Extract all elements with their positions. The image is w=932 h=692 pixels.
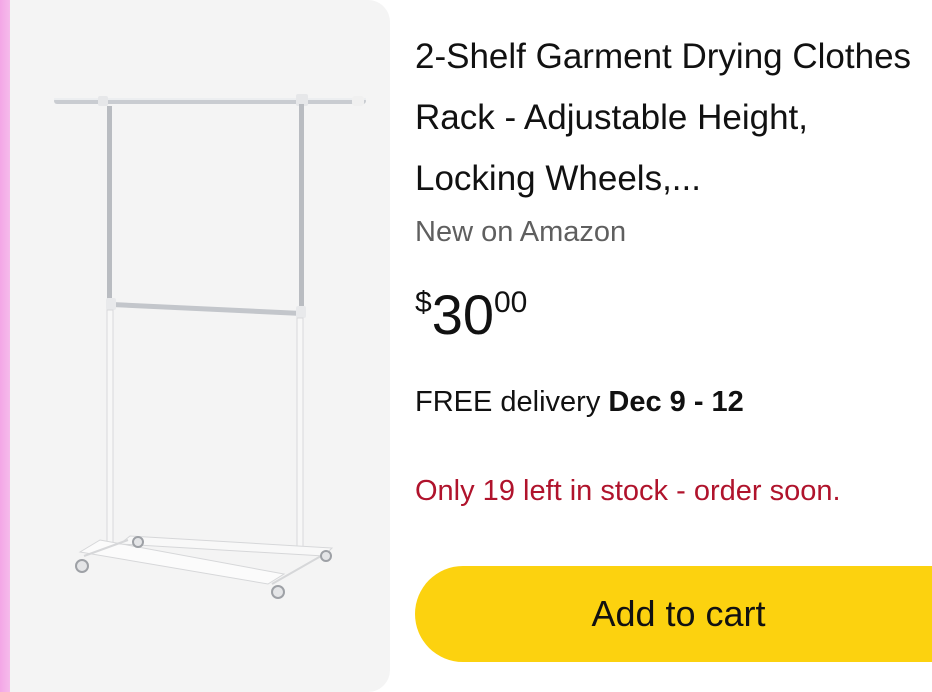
delivery-prefix: FREE delivery xyxy=(415,386,609,418)
stock-warning: Only 19 left in stock - order soon. xyxy=(415,475,841,507)
product-info: 2-Shelf Garment Drying Clothes Rack - Ad… xyxy=(415,0,932,692)
seller-note: New on Amazon xyxy=(415,216,627,248)
product-title[interactable]: 2-Shelf Garment Drying Clothes Rack - Ad… xyxy=(415,26,915,209)
price-currency: $ xyxy=(415,286,432,319)
add-to-cart-button[interactable]: Add to cart xyxy=(415,566,932,662)
price-fraction: 00 xyxy=(493,286,528,319)
product-image[interactable] xyxy=(10,0,390,692)
product-price: $3000 xyxy=(415,280,527,350)
garment-rack-illustration xyxy=(54,94,366,599)
delivery-info: FREE delivery Dec 9 - 12 xyxy=(415,386,744,419)
price-whole: 30 xyxy=(431,283,494,346)
delivery-dates: Dec 9 - 12 xyxy=(608,386,744,418)
